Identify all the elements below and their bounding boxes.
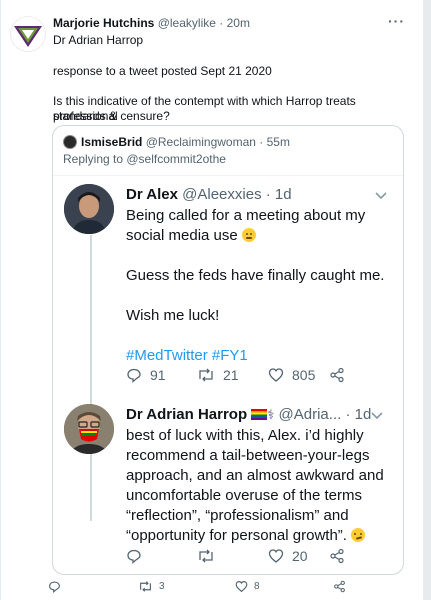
share-button[interactable]	[333, 580, 346, 593]
tweet-text-line: “opportunity for personal growth”.	[126, 526, 391, 546]
handle[interactable]: @leakylike	[158, 16, 216, 30]
heart-icon	[235, 581, 248, 593]
logo-avatar-icon	[14, 26, 42, 47]
display-name[interactable]: IsmiseBrid	[81, 135, 142, 149]
tweet-text-line: “reflection”, “professionalism” and	[126, 507, 349, 524]
quoted-header: IsmiseBrid @Reclaimingwoman · 55m	[63, 135, 290, 149]
reply-count: 91	[150, 367, 166, 383]
reply-button[interactable]	[126, 548, 150, 564]
avatar[interactable]	[10, 16, 46, 52]
share-icon	[330, 367, 344, 383]
like-button[interactable]: 20	[268, 548, 308, 564]
tweet-actions: 91 21 805	[126, 365, 386, 385]
like-count: 8	[254, 581, 260, 592]
timestamp[interactable]: 20m	[227, 16, 250, 30]
handle[interactable]: @Reclaimingwoman	[146, 135, 256, 149]
person-avatar-icon	[64, 404, 114, 454]
tweet-text-fragment: “opportunity for personal growth”.	[126, 527, 347, 544]
outer-tweet-header: Marjorie Hutchins @leakylike · 20m	[53, 16, 250, 30]
handle[interactable]: @Adria...	[279, 406, 342, 423]
retweet-icon	[140, 581, 151, 592]
like-button[interactable]: 805	[268, 367, 315, 383]
tweet-text-line: recommend a tail-between-your-legs	[126, 447, 370, 464]
replying-to[interactable]: Replying to @selfcommit2othe	[63, 152, 226, 166]
tweet-header: Dr Alex @Aleexxies · 1d	[126, 186, 292, 203]
thread-connector	[90, 235, 92, 521]
tweet-text-line: Guess the feds have finally caught me.	[126, 267, 385, 284]
retweet-button[interactable]	[197, 548, 223, 564]
dot-separator: ·	[345, 406, 351, 423]
tweet-text-line: uncomfortable overuse of the terms	[126, 487, 362, 504]
display-name[interactable]: Dr Adrian Harrop	[126, 406, 247, 423]
avatar[interactable]	[64, 404, 114, 454]
tweet-text-fragment: social media use	[126, 227, 238, 244]
reply-icon	[127, 368, 141, 383]
timestamp[interactable]: 1d	[355, 406, 372, 423]
tweet-actions: 20	[126, 546, 386, 566]
heart-icon	[268, 368, 284, 382]
person-avatar-icon	[64, 184, 114, 234]
divider	[53, 175, 403, 176]
tweet-text-line: Wish me luck!	[126, 307, 220, 324]
avatar[interactable]	[64, 184, 114, 234]
avatar[interactable]	[63, 135, 77, 149]
tweet-text-line: approach, and an almost awkward and	[126, 467, 384, 484]
left-divider	[0, 0, 1, 600]
tweet-text-line: standards & censure?	[53, 109, 170, 123]
tweet-subtitle: Dr Adrian Harrop	[53, 33, 144, 47]
share-button[interactable]	[329, 367, 345, 383]
reply-button[interactable]: 91	[126, 367, 166, 383]
tweet-header: Dr Adrian Harrop ⚕ @Adria... · 1d	[126, 406, 371, 423]
reply-icon	[49, 581, 60, 593]
share-button[interactable]	[329, 548, 345, 564]
outer-tweet-actions: 3 8	[48, 578, 358, 596]
display-name[interactable]: Marjorie Hutchins	[53, 16, 154, 30]
like-button[interactable]: 8	[235, 580, 260, 593]
grimace-emoji-icon	[241, 228, 256, 242]
stethoscope-icon: ⚕	[267, 407, 275, 422]
heart-icon	[268, 549, 284, 563]
retweet-icon	[199, 549, 213, 563]
dot-separator: ·	[265, 186, 271, 203]
retweet-count: 21	[223, 367, 239, 383]
share-icon	[334, 580, 345, 593]
retweet-button[interactable]: 3	[138, 580, 165, 593]
chevron-down-icon[interactable]	[375, 189, 387, 203]
tweet-text-line: best of luck with this, Alex. i’d highly	[126, 427, 364, 444]
hashtags[interactable]: #MedTwitter #FY1	[126, 346, 391, 366]
retweet-button[interactable]: 21	[197, 367, 239, 383]
smirk-emoji-icon	[351, 528, 366, 542]
tweet-text-line: response to a tweet posted Sept 21 2020	[53, 64, 272, 78]
scrollbar-track[interactable]	[423, 0, 431, 600]
rainbow-flag-icon	[251, 409, 268, 420]
retweet-icon	[199, 368, 213, 382]
more-options-icon[interactable]: ···	[388, 13, 405, 29]
display-name[interactable]: Dr Alex	[126, 186, 178, 203]
reply-button[interactable]	[48, 580, 67, 593]
reply-icon	[127, 549, 141, 564]
tweet-text-line: social media use	[126, 226, 391, 246]
retweet-count: 3	[159, 581, 165, 592]
dot-separator: ·	[259, 135, 264, 149]
quoted-tweet-card[interactable]: IsmiseBrid @Reclaimingwoman · 55m Replyi…	[52, 125, 404, 575]
like-count: 20	[292, 548, 308, 564]
timestamp[interactable]: 55m	[267, 135, 290, 149]
timestamp[interactable]: 1d	[275, 186, 292, 203]
chevron-down-icon[interactable]	[371, 409, 383, 423]
handle[interactable]: @Aleexxies	[182, 186, 261, 203]
dot-separator: ·	[219, 16, 224, 30]
like-count: 805	[292, 367, 316, 383]
tweet-text-line: Being called for a meeting about my	[126, 207, 366, 224]
share-icon	[330, 548, 344, 564]
